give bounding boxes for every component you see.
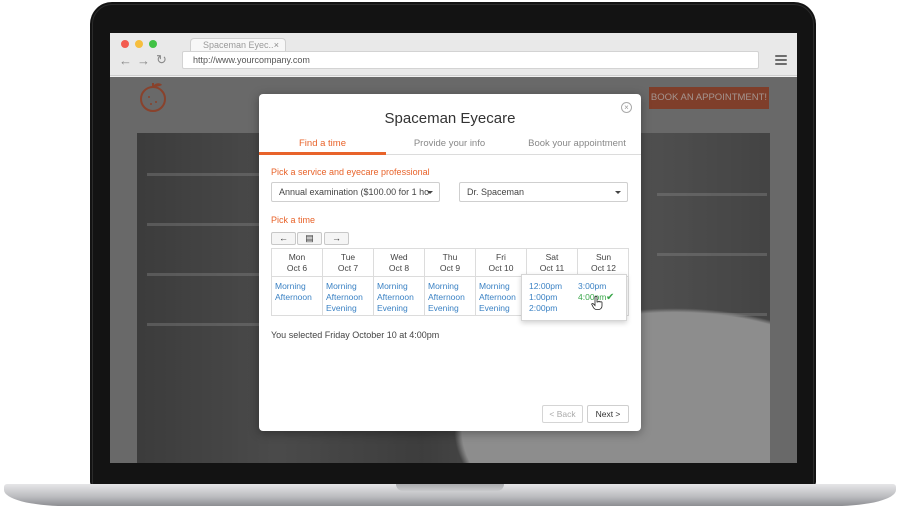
time-label: Pick a time [271,215,316,225]
time-slot[interactable]: 12:00pm [529,281,562,291]
tab-book-your-appointment[interactable]: Book your appointment [513,138,641,149]
day-column-wed: Wed Oct 8 Morning Afternoon Evening [374,249,425,315]
day-column-mon: Mon Oct 6 Morning Afternoon [272,249,323,315]
hand-cursor-icon [591,296,603,310]
slot-afternoon[interactable]: Afternoon [374,292,424,303]
time-slot[interactable]: 2:00pm [529,303,557,313]
prev-week-button[interactable]: ← [271,232,296,245]
day-header: Thu Oct 9 [425,249,475,277]
day-header: Mon Oct 6 [272,249,322,277]
day-column-thu: Thu Oct 9 Morning Afternoon Evening [425,249,476,315]
window-maximize-dot[interactable] [149,40,157,48]
service-select[interactable]: Annual examination ($100.00 for 1 ho [271,182,440,202]
tab-find-a-time[interactable]: Find a time [259,138,386,149]
selected-time-text: You selected Friday October 10 at 4:00pm [271,330,440,340]
day-header: Tue Oct 7 [323,249,373,277]
slot-morning[interactable]: Morning [374,281,424,292]
next-button[interactable]: Next > [587,405,629,423]
day-column-tue: Tue Oct 7 Morning Afternoon Evening [323,249,374,315]
arrow-left-icon[interactable]: ← [119,53,132,68]
time-slot-popup: 12:00pm 1:00pm 2:00pm 3:00pm 4:00pm ✔ [521,274,627,321]
day-header: Sat Oct 11 [527,249,577,277]
active-step-indicator [259,152,386,155]
hamburger-menu-icon[interactable] [775,55,787,65]
window-minimize-dot[interactable] [135,40,143,48]
day-header: Sun Oct 12 [578,249,629,277]
professional-select[interactable]: Dr. Spaceman [459,182,628,202]
service-label: Pick a service and eyecare professional [271,167,430,177]
next-week-button[interactable]: → [324,232,349,245]
day-column-fri: Fri Oct 10 Morning Afternoon Evening [476,249,527,315]
time-slot[interactable]: 1:00pm [529,292,557,302]
professional-select-value: Dr. Spaceman [467,187,525,197]
service-select-value: Annual examination ($100.00 for 1 ho [279,187,430,197]
reload-icon[interactable]: ↻ [156,52,167,68]
day-header: Fri Oct 10 [476,249,526,277]
modal-title: Spaceman Eyecare [384,110,516,127]
slot-evening[interactable]: Evening [476,303,526,314]
laptop-notch [396,484,504,491]
slot-morning[interactable]: Morning [272,281,322,292]
slot-morning[interactable]: Morning [476,281,526,292]
slot-evening[interactable]: Evening [323,303,373,314]
time-slot[interactable]: 3:00pm [578,281,606,291]
slot-evening[interactable]: Evening [425,303,475,314]
check-icon: ✔ [606,292,615,303]
slot-morning[interactable]: Morning [425,281,475,292]
url-bar[interactable]: http://www.yourcompany.com [182,51,759,69]
slot-afternoon[interactable]: Afternoon [476,292,526,303]
chevron-down-icon [615,191,621,194]
tab-close-icon[interactable]: × [274,40,279,50]
tab-provide-your-info[interactable]: Provide your info [386,138,513,149]
browser-chrome: Spaceman Eyec.. × ← → ↻ http://www.yourc… [110,33,797,76]
back-button[interactable]: < Back [542,405,583,423]
browser-tab[interactable]: Spaceman Eyec.. × [190,38,286,52]
window-close-dot[interactable] [121,40,129,48]
slot-morning[interactable]: Morning [323,281,373,292]
chevron-down-icon [427,191,433,194]
day-header: Wed Oct 8 [374,249,424,277]
booking-modal: × Spaceman Eyecare Find a time Provide y… [259,94,641,431]
browser-tab-title: Spaceman Eyec.. [203,40,274,50]
list-view-button[interactable]: ▤ [297,232,322,245]
slot-afternoon[interactable]: Afternoon [272,292,322,303]
slot-afternoon[interactable]: Afternoon [323,292,373,303]
arrow-right-icon[interactable]: → [137,53,150,68]
slot-evening[interactable]: Evening [374,303,424,314]
slot-afternoon[interactable]: Afternoon [425,292,475,303]
